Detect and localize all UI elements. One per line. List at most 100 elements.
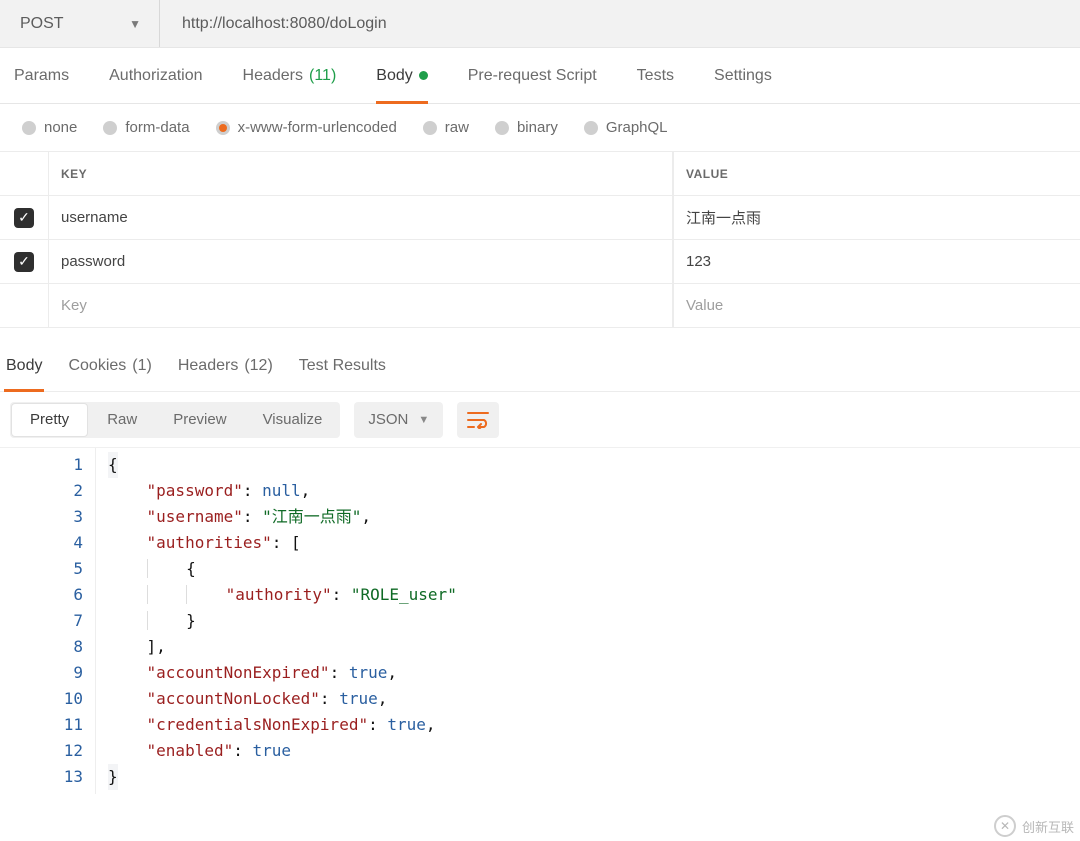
- chevron-down-icon: ▼: [418, 414, 429, 426]
- body-type-urlencoded-label: x-www-form-urlencoded: [238, 119, 397, 136]
- tab-tests-label: Tests: [637, 67, 674, 85]
- tab-prerequest[interactable]: Pre-request Script: [468, 48, 597, 103]
- request-url-bar: POST ▼: [0, 0, 1080, 48]
- wrap-icon: [467, 411, 489, 429]
- code-val: "江南一点雨": [262, 507, 361, 526]
- table-row[interactable]: ✓ password 123: [0, 240, 1080, 284]
- checkbox-icon[interactable]: ✓: [14, 252, 34, 272]
- code-line-1: {: [108, 452, 118, 478]
- resp-tab-cookies-label: Cookies: [68, 357, 126, 375]
- http-method-select[interactable]: POST ▼: [0, 0, 160, 47]
- resp-tab-cookies-count: (1): [132, 357, 152, 375]
- tab-headers-label: Headers: [243, 67, 303, 85]
- view-mode-preview[interactable]: Preview: [155, 402, 244, 438]
- resp-tab-headers-count: (12): [244, 357, 272, 375]
- resp-tab-test-results-label: Test Results: [299, 357, 386, 375]
- resp-tab-body-label: Body: [6, 357, 42, 375]
- resp-tab-headers-label: Headers: [178, 357, 238, 375]
- code-val: "ROLE_user": [351, 585, 457, 604]
- response-view-row: Pretty Raw Preview Visualize JSON ▼: [0, 392, 1080, 448]
- param-value[interactable]: 江南一点雨: [673, 196, 1080, 239]
- body-type-binary[interactable]: binary: [495, 119, 558, 136]
- body-type-raw[interactable]: raw: [423, 119, 469, 136]
- body-type-form-data[interactable]: form-data: [103, 119, 189, 136]
- code-val: null: [262, 481, 301, 500]
- response-body-code[interactable]: 12345678910111213 { "password": null, "u…: [0, 448, 1080, 794]
- code-key: "accountNonExpired": [147, 663, 330, 682]
- request-tabs: Params Authorization Headers (11) Body P…: [0, 48, 1080, 104]
- radio-icon: [22, 121, 36, 135]
- view-mode-visualize[interactable]: Visualize: [245, 402, 341, 438]
- params-header-row: KEY VALUE: [0, 152, 1080, 196]
- tab-params-label: Params: [14, 67, 69, 85]
- response-tabs: Body Cookies (1) Headers (12) Test Resul…: [0, 340, 1080, 392]
- code-key: "accountNonLocked": [147, 689, 320, 708]
- params-header-key: KEY: [48, 152, 673, 195]
- body-type-raw-label: raw: [445, 119, 469, 136]
- body-type-graphql-label: GraphQL: [606, 119, 668, 136]
- radio-icon: [216, 121, 230, 135]
- body-type-binary-label: binary: [517, 119, 558, 136]
- code-key: "password": [147, 481, 243, 500]
- resp-tab-cookies[interactable]: Cookies (1): [66, 340, 153, 391]
- radio-icon: [584, 121, 598, 135]
- body-type-none[interactable]: none: [22, 119, 77, 136]
- view-mode-segment: Pretty Raw Preview Visualize: [10, 402, 340, 438]
- tab-authorization[interactable]: Authorization: [109, 48, 202, 103]
- code-val: true: [253, 741, 292, 760]
- body-type-form-data-label: form-data: [125, 119, 189, 136]
- view-mode-raw[interactable]: Raw: [89, 402, 155, 438]
- tab-tests[interactable]: Tests: [637, 48, 674, 103]
- watermark: ✕ 创新互联: [994, 815, 1074, 837]
- body-type-row: none form-data x-www-form-urlencoded raw…: [0, 104, 1080, 152]
- resp-tab-body[interactable]: Body: [4, 340, 44, 391]
- tab-headers-count: (11): [309, 67, 336, 85]
- param-key[interactable]: password: [48, 240, 673, 283]
- line-number-gutter: 12345678910111213: [0, 448, 96, 794]
- code-val: true: [387, 715, 426, 734]
- http-method-label: POST: [20, 15, 64, 33]
- body-type-urlencoded[interactable]: x-www-form-urlencoded: [216, 119, 397, 136]
- radio-icon: [103, 121, 117, 135]
- tab-settings-label: Settings: [714, 67, 772, 85]
- tab-body-label: Body: [376, 67, 412, 85]
- radio-icon: [495, 121, 509, 135]
- tab-prerequest-label: Pre-request Script: [468, 67, 597, 85]
- view-mode-pretty[interactable]: Pretty: [11, 403, 88, 437]
- code-key: "enabled": [147, 741, 234, 760]
- tab-headers[interactable]: Headers (11): [243, 48, 337, 103]
- code-key: "username": [147, 507, 243, 526]
- code-content[interactable]: { "password": null, "username": "江南一点雨",…: [96, 448, 457, 794]
- param-key[interactable]: username: [48, 196, 673, 239]
- resp-tab-test-results[interactable]: Test Results: [297, 340, 388, 391]
- table-row[interactable]: ✓ username 江南一点雨: [0, 196, 1080, 240]
- param-value-placeholder[interactable]: Value: [673, 284, 1080, 327]
- code-val: true: [339, 689, 378, 708]
- resp-tab-headers[interactable]: Headers (12): [176, 340, 275, 391]
- tab-authorization-label: Authorization: [109, 67, 202, 85]
- code-val: true: [349, 663, 388, 682]
- response-language-label: JSON: [368, 411, 408, 428]
- param-key-placeholder[interactable]: Key: [48, 284, 673, 327]
- tab-params[interactable]: Params: [14, 48, 69, 103]
- body-type-none-label: none: [44, 119, 77, 136]
- dot-indicator-icon: [419, 71, 428, 80]
- code-key: "credentialsNonExpired": [147, 715, 369, 734]
- tab-settings[interactable]: Settings: [714, 48, 772, 103]
- code-key: "authority": [226, 585, 332, 604]
- params-header-value: VALUE: [673, 152, 1080, 195]
- toggle-wrap-button[interactable]: [457, 402, 499, 438]
- code-key: "authorities": [147, 533, 272, 552]
- form-params-table: KEY VALUE ✓ username 江南一点雨 ✓ password 12…: [0, 152, 1080, 328]
- param-value[interactable]: 123: [673, 240, 1080, 283]
- table-row-empty[interactable]: Key Value: [0, 284, 1080, 328]
- chevron-down-icon: ▼: [129, 17, 141, 31]
- watermark-icon: ✕: [994, 815, 1016, 837]
- watermark-label: 创新互联: [1022, 817, 1074, 836]
- tab-body[interactable]: Body: [376, 48, 427, 103]
- response-language-select[interactable]: JSON ▼: [354, 402, 443, 438]
- body-type-graphql[interactable]: GraphQL: [584, 119, 668, 136]
- url-input[interactable]: [160, 0, 1080, 47]
- radio-icon: [423, 121, 437, 135]
- checkbox-icon[interactable]: ✓: [14, 208, 34, 228]
